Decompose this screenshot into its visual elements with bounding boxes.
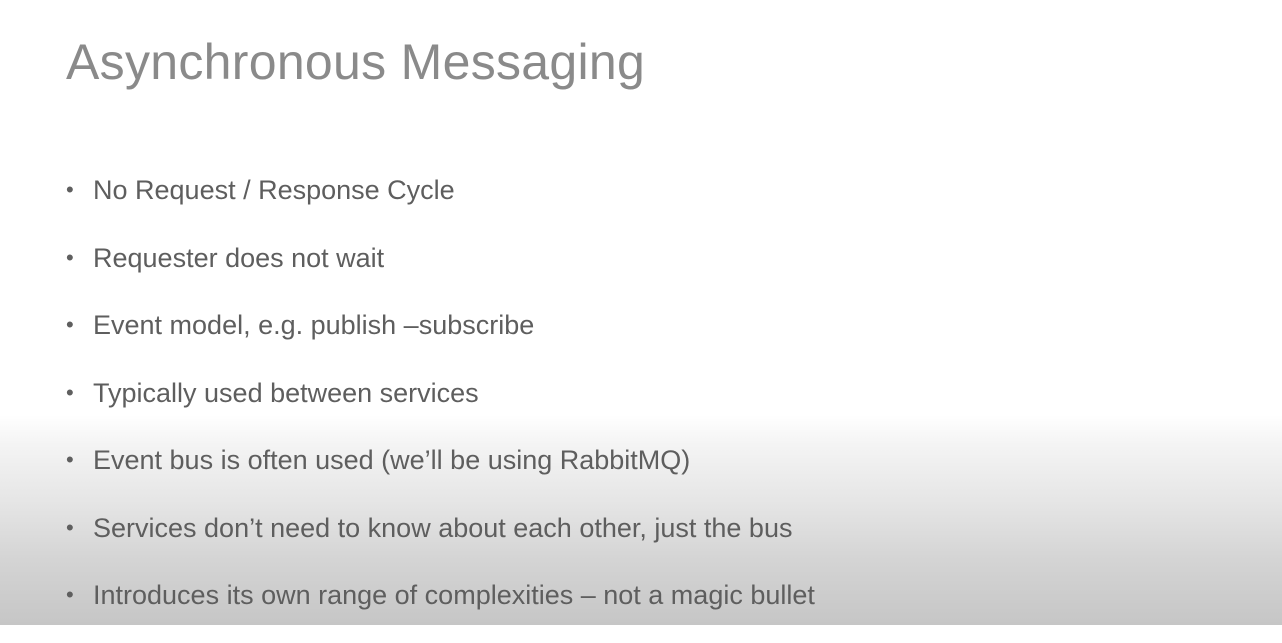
bullet-text: Requester does not wait [93, 242, 385, 273]
bullet-dot-icon: • [66, 379, 74, 405]
bullet-item: • Event bus is often used (we’ll be usin… [66, 440, 815, 508]
bullet-text: No Request / Response Cycle [93, 175, 455, 205]
bullet-dot-icon: • [66, 582, 74, 607]
bullet-text: Introduces its own range of complexities… [93, 580, 815, 610]
bullet-item: • Event model, e.g. publish –subscribe [66, 305, 815, 373]
bullet-text: Event model, e.g. publish –subscribe [93, 310, 535, 340]
bullet-list: • No Request / Response Cycle • Requeste… [66, 170, 815, 643]
bullet-item: • Introduces its own range of complexiti… [66, 575, 815, 643]
bullet-dot-icon: • [66, 514, 74, 540]
bullet-dot-icon: • [66, 312, 74, 337]
slide: Asynchronous Messaging • No Request / Re… [0, 0, 1282, 625]
bullet-dot-icon: • [66, 244, 74, 270]
bullet-item: • Requester does not wait [66, 238, 815, 306]
slide-title: Asynchronous Messaging [66, 34, 646, 90]
bullet-dot-icon: • [66, 447, 74, 472]
bullet-text: Event bus is often used (we’ll be using … [93, 445, 691, 475]
bullet-text: Typically used between services [93, 377, 479, 408]
bullet-item: • Typically used between services [66, 373, 815, 441]
bullet-text: Services don’t need to know about each o… [93, 512, 793, 543]
bullet-dot-icon: • [66, 177, 74, 202]
bullet-item: • Services don’t need to know about each… [66, 508, 815, 576]
bullet-item: • No Request / Response Cycle [66, 170, 815, 238]
